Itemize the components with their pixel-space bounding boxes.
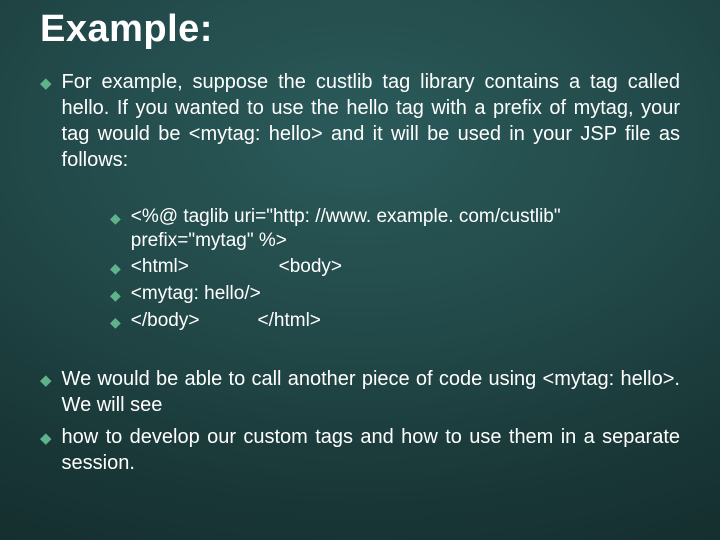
code-line: <mytag: hello/>: [131, 282, 261, 306]
code-line: <html> <body>: [131, 255, 342, 279]
bullet-marker-icon: ◆: [110, 206, 121, 230]
bullet-level2: ◆ <mytag: hello/>: [110, 282, 680, 307]
bullet-marker-icon: ◆: [40, 368, 52, 394]
bullet-marker-icon: ◆: [110, 283, 121, 307]
bullet-level2: ◆ </body> </html>: [110, 309, 680, 334]
bullet-level1: ◆ We would be able to call another piece…: [40, 366, 680, 418]
code-line: <%@ taglib uri="http: //www. example. co…: [131, 205, 680, 253]
bullet-marker-icon: ◆: [40, 71, 52, 97]
slide-title: Example:: [40, 8, 680, 51]
bullet-text: how to develop our custom tags and how t…: [62, 424, 680, 476]
bullet-text: For example, suppose the custlib tag lib…: [62, 69, 680, 173]
bullet-marker-icon: ◆: [40, 426, 52, 452]
bullet-level2: ◆ <%@ taglib uri="http: //www. example. …: [110, 205, 680, 253]
spacer: [40, 179, 680, 205]
bullet-text: We would be able to call another piece o…: [62, 366, 680, 418]
bullet-marker-icon: ◆: [110, 310, 121, 334]
spacer: [40, 336, 680, 366]
code-line: </body> </html>: [131, 309, 321, 333]
bullet-marker-icon: ◆: [110, 256, 121, 280]
bullet-level1: ◆ For example, suppose the custlib tag l…: [40, 69, 680, 173]
bullet-level2: ◆ <html> <body>: [110, 255, 680, 280]
bullet-level1: ◆ how to develop our custom tags and how…: [40, 424, 680, 476]
slide: Example: ◆ For example, suppose the cust…: [0, 0, 720, 540]
